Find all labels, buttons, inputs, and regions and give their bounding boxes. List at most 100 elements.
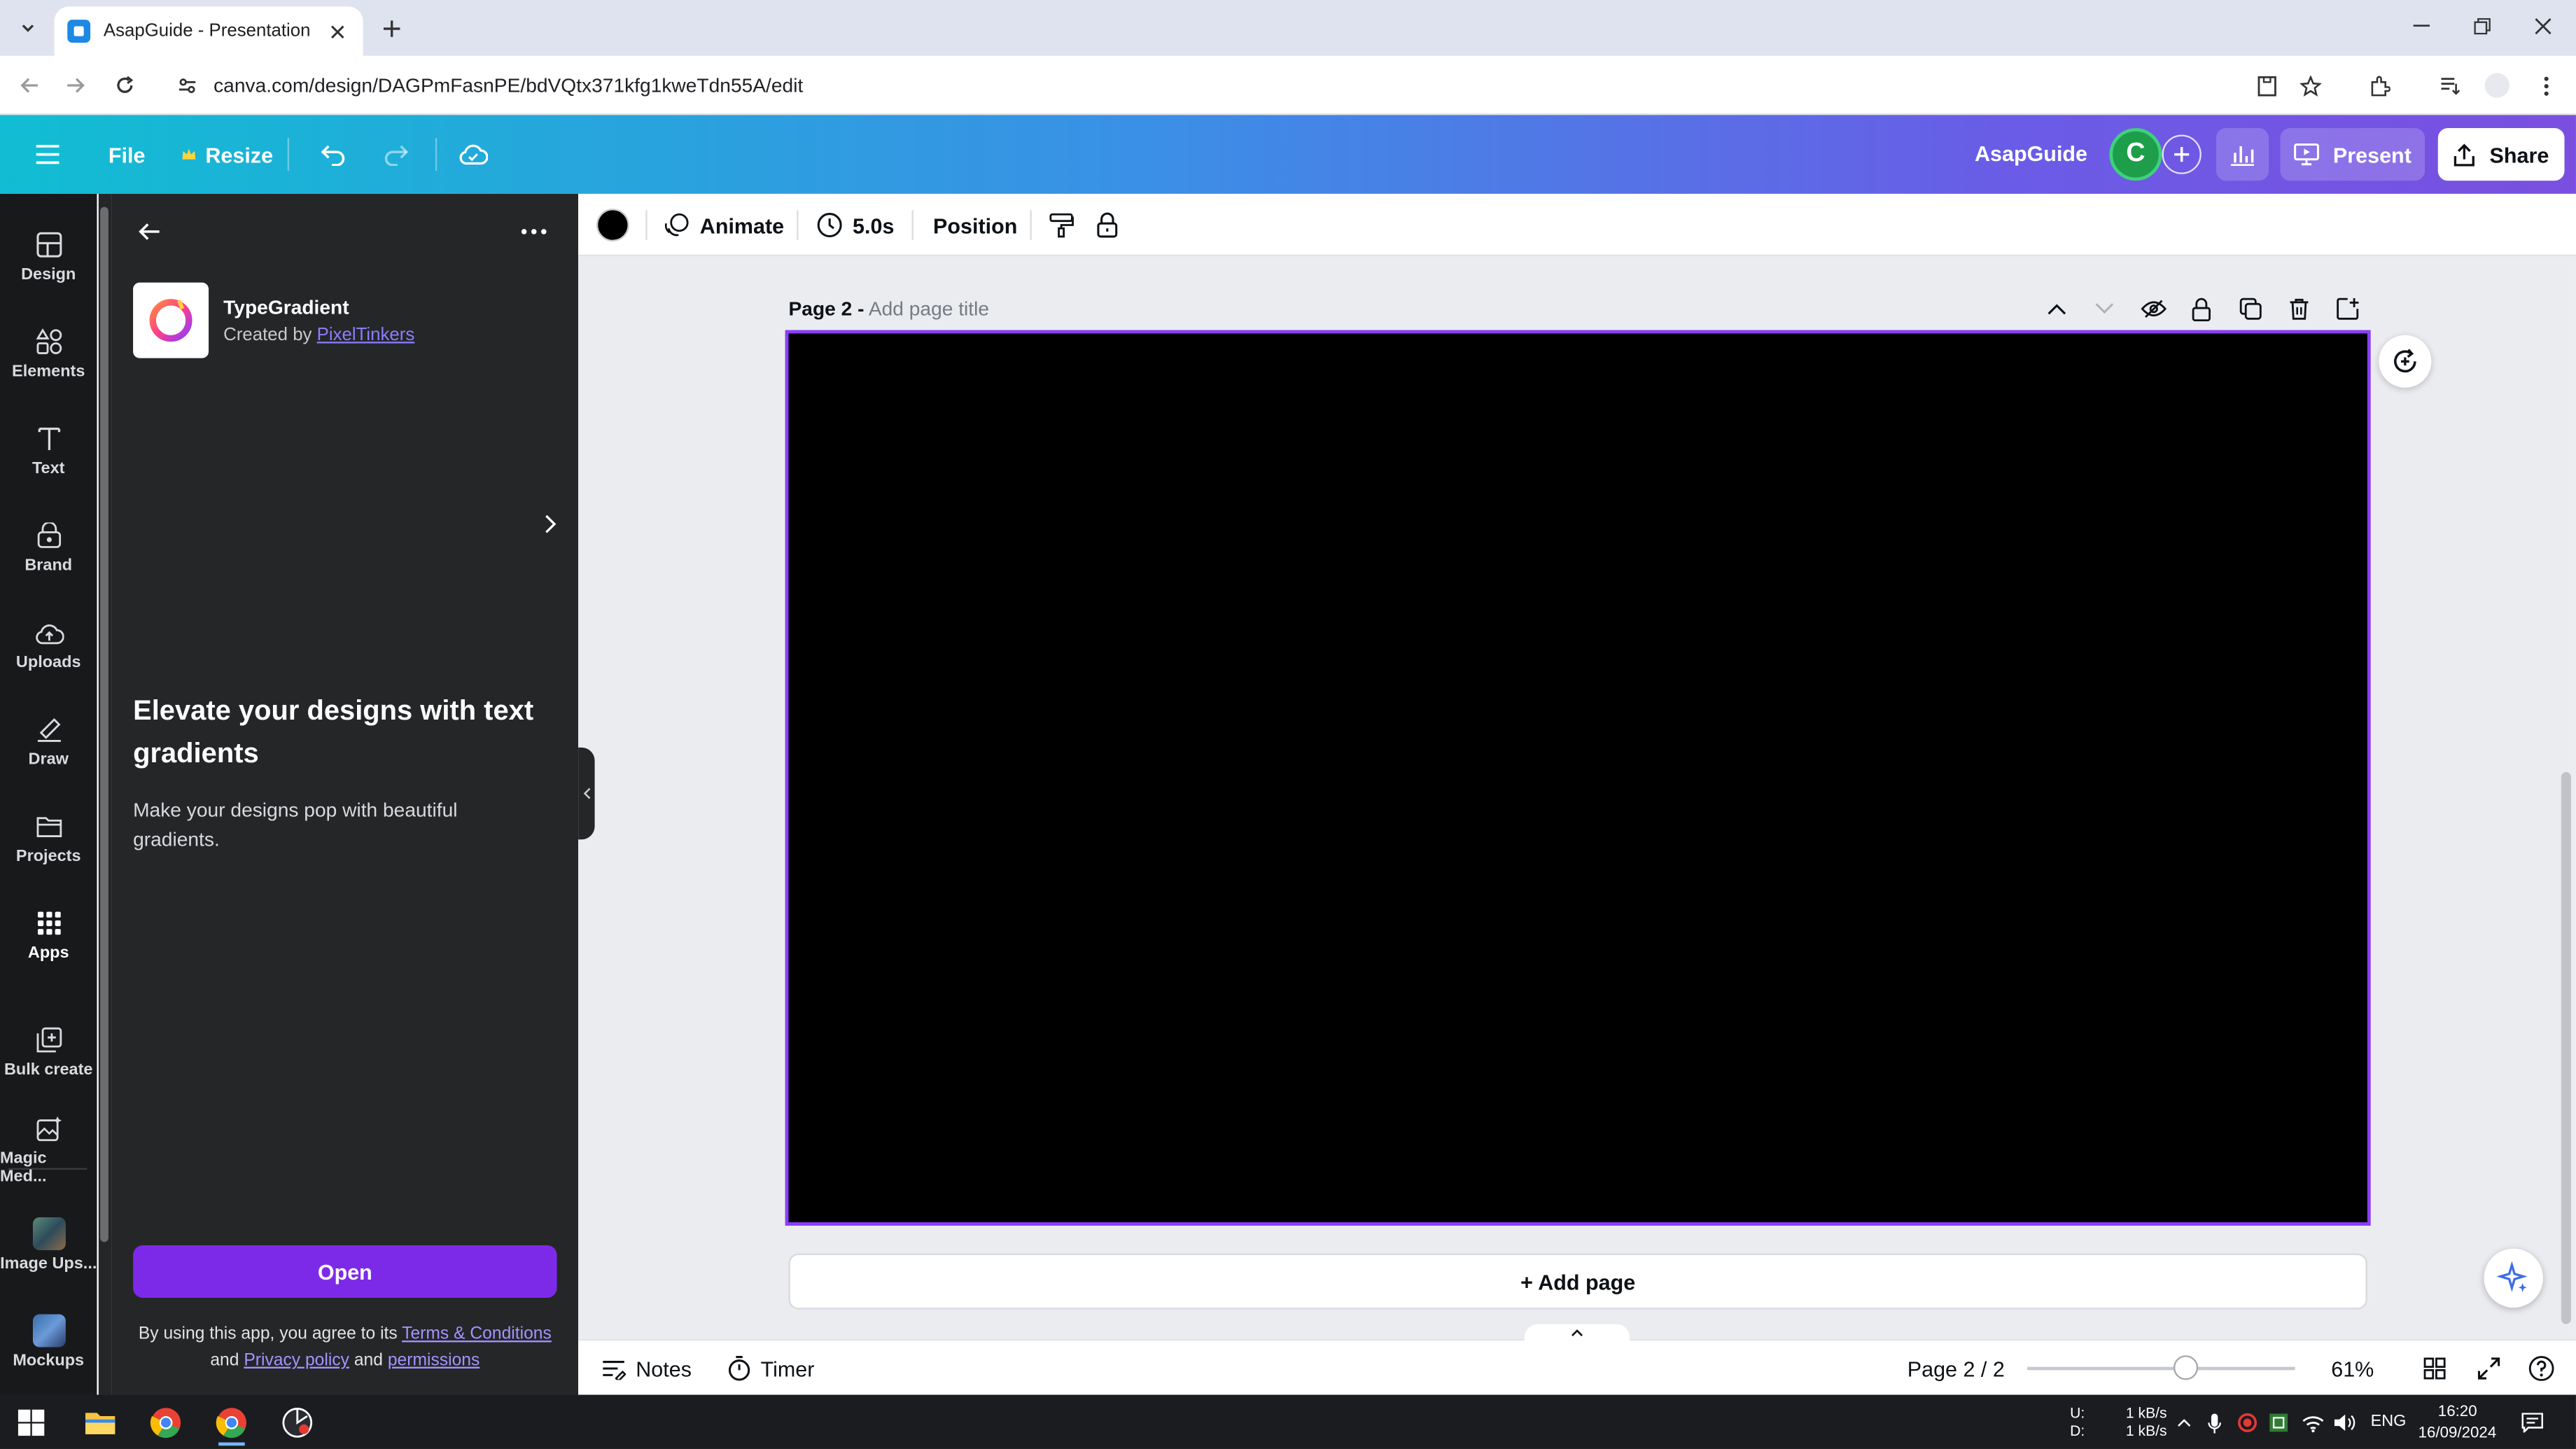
rail-item-apps[interactable]: Apps: [0, 892, 97, 977]
position-button[interactable]: Position: [933, 202, 1017, 248]
browser-tab[interactable]: AsapGuide - Presentation: [54, 6, 363, 56]
notes-button[interactable]: Notes: [601, 1354, 692, 1383]
rail-item-projects[interactable]: Projects: [0, 795, 97, 881]
add-page-button[interactable]: + Add page: [788, 1253, 2367, 1310]
browser-menu-icon[interactable]: [2530, 69, 2563, 102]
move-page-down-icon[interactable]: [2090, 294, 2119, 323]
rail-item-bulk-create[interactable]: Bulk create: [0, 1009, 97, 1094]
lock-page-icon[interactable]: [2187, 294, 2216, 323]
rail-item-image-upscaler[interactable]: Image Ups...: [0, 1203, 97, 1288]
chrome-active-icon[interactable]: [209, 1400, 255, 1446]
insights-chart-icon[interactable]: [2216, 128, 2269, 181]
record-indicator-icon[interactable]: [2236, 1400, 2259, 1446]
invite-plus-icon[interactable]: [2162, 134, 2202, 174]
microphone-icon[interactable]: [2203, 1400, 2226, 1446]
volume-icon[interactable]: [2331, 1400, 2358, 1446]
fullscreen-icon[interactable]: [2477, 1354, 2500, 1383]
tab-search-chevron-icon[interactable]: [13, 13, 43, 43]
refresh-icon[interactable]: [2379, 335, 2432, 388]
chrome-icon[interactable]: [143, 1400, 189, 1446]
delete-page-icon[interactable]: [2283, 294, 2313, 323]
permissions-link[interactable]: permissions: [388, 1350, 479, 1370]
page-title-placeholder[interactable]: Add page title: [869, 298, 989, 321]
open-app-button[interactable]: Open: [133, 1245, 557, 1298]
present-button[interactable]: Present: [2280, 128, 2426, 181]
clock-time[interactable]: 16:20: [2438, 1403, 2477, 1421]
design-canvas[interactable]: [785, 330, 2371, 1226]
minimize-window-icon[interactable]: [2392, 6, 2451, 46]
rail-scrollbar-thumb[interactable]: [100, 206, 108, 1242]
more-options-icon[interactable]: [516, 214, 552, 250]
grid-view-icon[interactable]: [2423, 1354, 2446, 1383]
lock-icon[interactable]: [1096, 202, 1119, 248]
tray-chevron-up-icon[interactable]: [2172, 1400, 2195, 1446]
page-indicator[interactable]: Page 2 / 2: [1907, 1354, 2005, 1383]
add-page-icon[interactable]: [2333, 294, 2362, 323]
rail-item-mockups[interactable]: Mockups: [0, 1299, 97, 1385]
user-avatar[interactable]: C: [2109, 128, 2162, 181]
back-arrow-icon[interactable]: [132, 214, 168, 250]
timer-button[interactable]: Timer: [728, 1354, 814, 1383]
close-tab-icon[interactable]: [323, 18, 350, 45]
animate-button[interactable]: Animate: [664, 202, 784, 248]
terms-link[interactable]: Terms & Conditions: [402, 1324, 552, 1344]
hide-page-icon[interactable]: [2139, 294, 2169, 323]
back-arrow-icon[interactable]: [13, 69, 46, 102]
rail-item-uploads[interactable]: Uploads: [0, 601, 97, 687]
projects-icon: [32, 810, 65, 843]
media-controls-icon[interactable]: [2433, 69, 2466, 102]
redo-icon[interactable]: [374, 133, 417, 176]
app-tray-icon[interactable]: [2267, 1400, 2290, 1446]
clock-date[interactable]: 16/09/2024: [2418, 1424, 2497, 1443]
windows-start-icon[interactable]: [8, 1400, 55, 1446]
address-bar[interactable]: canva.com/design/DAGPmFasnPE/bdVQtx371kf…: [164, 64, 2350, 107]
duplicate-page-icon[interactable]: [2236, 294, 2265, 323]
rail-item-magic-media[interactable]: Magic Med...: [0, 1105, 97, 1191]
save-page-icon[interactable]: [2250, 69, 2283, 102]
zoom-slider-track[interactable]: [2027, 1366, 2295, 1371]
editor-scrollbar[interactable]: [2561, 772, 2571, 1324]
share-button[interactable]: Share: [2437, 128, 2565, 181]
team-name[interactable]: AsapGuide: [1975, 141, 2087, 166]
rail-item-brand[interactable]: Brand: [0, 504, 97, 589]
extensions-icon[interactable]: [2362, 69, 2395, 102]
rail-scrollbar[interactable]: [98, 193, 112, 1395]
timing-button[interactable]: 5.0s: [816, 202, 894, 248]
rail-item-elements[interactable]: Elements: [0, 311, 97, 396]
file-menu-button[interactable]: File: [108, 132, 146, 178]
close-window-icon[interactable]: [2514, 6, 2572, 46]
creator-link[interactable]: PixelTinkers: [317, 326, 415, 345]
resize-button[interactable]: Resize: [181, 132, 273, 178]
site-settings-icon[interactable]: [171, 69, 204, 102]
move-page-up-icon[interactable]: [2042, 294, 2071, 323]
notifications-icon[interactable]: [2516, 1400, 2546, 1446]
rail-item-design[interactable]: Design: [0, 214, 97, 299]
collapse-panel-handle[interactable]: [578, 747, 595, 840]
privacy-link[interactable]: Privacy policy: [244, 1350, 349, 1370]
cloud-save-icon[interactable]: [451, 133, 494, 176]
file-explorer-icon[interactable]: [77, 1400, 123, 1446]
wifi-icon[interactable]: [2300, 1400, 2327, 1446]
page-title[interactable]: Page 2 - Add page title: [789, 298, 990, 321]
carousel-next-icon[interactable]: [536, 506, 565, 542]
new-tab-icon[interactable]: [376, 13, 405, 43]
undo-icon[interactable]: [312, 133, 355, 176]
app-headline: Elevate your designs with text gradients: [133, 694, 534, 769]
magic-assistant-sparkle-icon[interactable]: [2484, 1248, 2544, 1308]
screen-recorder-icon[interactable]: [274, 1400, 321, 1446]
bookmark-star-icon[interactable]: [2293, 69, 2326, 102]
input-language[interactable]: ENG: [2371, 1413, 2407, 1431]
rail-item-text[interactable]: Text: [0, 407, 97, 493]
forward-arrow-icon[interactable]: [59, 69, 92, 102]
background-color-swatch[interactable]: [596, 209, 629, 241]
main-menu-icon[interactable]: [27, 133, 69, 176]
zoom-percentage[interactable]: 61%: [2331, 1354, 2374, 1383]
reload-icon[interactable]: [108, 69, 141, 102]
profile-avatar-icon[interactable]: [2481, 69, 2514, 102]
restore-window-icon[interactable]: [2453, 6, 2512, 46]
apps-icon: [32, 906, 65, 939]
page-thumbnails-toggle[interactable]: [1524, 1324, 1630, 1341]
help-icon[interactable]: [2528, 1354, 2555, 1383]
rail-item-draw[interactable]: Draw: [0, 698, 97, 783]
copy-style-paint-roller-icon[interactable]: [1048, 202, 1074, 248]
